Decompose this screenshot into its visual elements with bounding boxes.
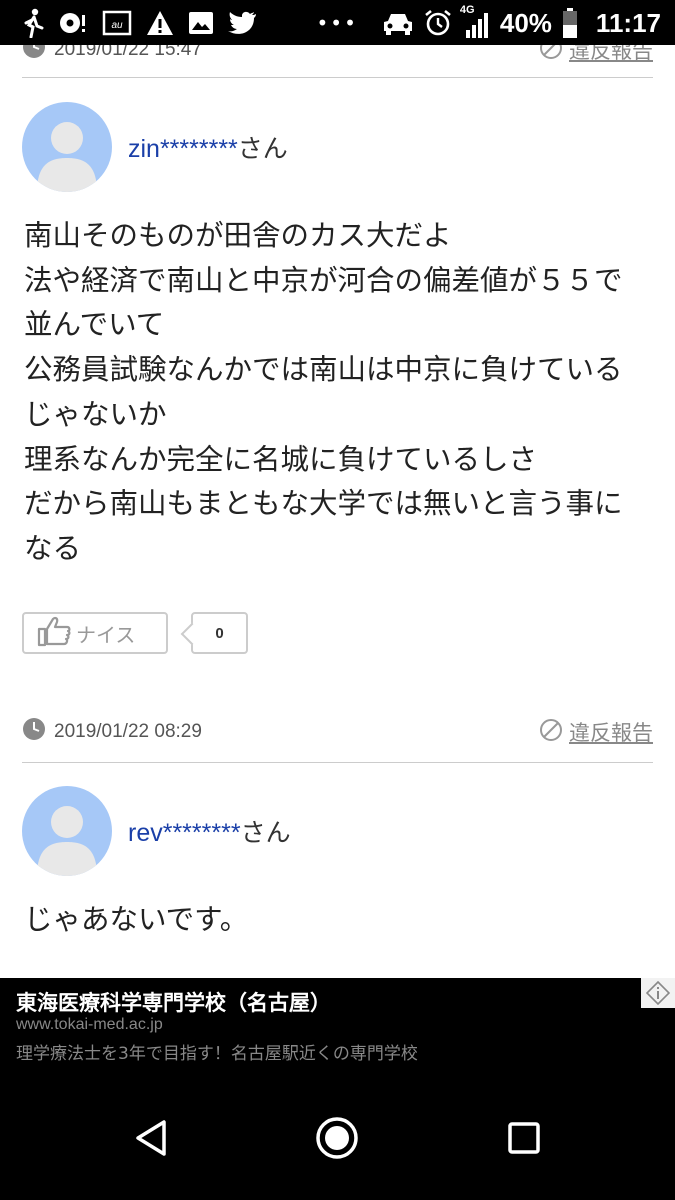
comment-line: 法や経済で南山と中京が河合の偏差値が５５で: [24, 263, 623, 297]
ad-info-button[interactable]: [641, 978, 675, 1008]
divider: [22, 77, 653, 78]
svg-text:au: au: [111, 20, 123, 31]
comment-line: 並んでいて: [24, 308, 165, 342]
thumbs-up-icon: [36, 615, 72, 652]
honorific: さん: [237, 134, 288, 163]
home-button[interactable]: [307, 1108, 367, 1168]
comment-line: 公務員試験なんかでは南山は中京に負けている: [24, 353, 623, 387]
battery-percent: 40%: [499, 7, 552, 38]
nice-count-value: 0: [215, 624, 224, 642]
comment-body: じゃあないです。: [24, 898, 664, 943]
alarm-icon: [424, 9, 452, 37]
status-notifications: au: [22, 6, 258, 40]
comment-timestamp: 2019/01/22 08:29: [54, 721, 202, 742]
nice-label: ナイス: [76, 622, 136, 647]
divider: [22, 762, 653, 763]
username-text: zin********: [128, 135, 238, 163]
report-link[interactable]: 違反報告: [539, 717, 653, 747]
warning-icon: [146, 10, 174, 36]
prohibited-icon: [539, 45, 563, 65]
image-icon: [188, 11, 214, 35]
status-system: ••• 4G 40% 11:17: [316, 4, 661, 40]
battery-icon: [562, 8, 578, 38]
username-text: rev********: [128, 819, 241, 847]
home-circle-icon: [316, 1117, 358, 1159]
car-icon: [382, 11, 414, 35]
twitter-icon: [228, 10, 258, 36]
clock: 11:17: [595, 7, 661, 38]
nice-button[interactable]: ナイス: [22, 612, 168, 654]
user-silhouette-icon: [37, 806, 97, 876]
voicemail-icon: [58, 10, 88, 36]
recents-square-icon: [508, 1122, 540, 1154]
clock-icon: [22, 717, 46, 747]
back-button[interactable]: [121, 1108, 181, 1168]
walking-icon: [22, 8, 44, 38]
ad-description: 理学療法士を3年で目指す！名古屋駅近くの専門学校: [16, 1044, 418, 1064]
avatar: [22, 102, 112, 192]
username[interactable]: zin********さん: [128, 129, 288, 165]
ad-banner[interactable]: 東海医療科学専門学校（名古屋） www.tokai-med.ac.jp 理学療法…: [0, 978, 675, 1076]
comment-timestamp: 2019/01/22 15:47: [54, 45, 202, 60]
comment-meta: 2019/01/22 08:29 違反報告: [22, 715, 653, 749]
ad-title[interactable]: 東海医療科学専門学校（名古屋）: [16, 987, 331, 1017]
comment-line: 南山そのものが田舎のカス大だよ: [24, 219, 452, 252]
report-label: 違反報告: [569, 721, 653, 745]
honorific: さん: [240, 818, 291, 847]
network-type: 4G: [459, 4, 475, 16]
nice-count: 0: [191, 612, 248, 654]
prohibited-icon: [539, 718, 563, 747]
au-icon: au: [102, 10, 132, 36]
comment-meta: 2019/01/22 15:47 違反報告: [22, 45, 653, 67]
avatar: [22, 786, 112, 876]
status-bar: au ••• 4G 40% 11:17: [0, 0, 675, 45]
ad-url[interactable]: www.tokai-med.ac.jp: [16, 1016, 163, 1034]
recents-button[interactable]: [494, 1108, 554, 1168]
answers-content[interactable]: 2019/01/22 15:47 違反報告 zin********さん 南山その…: [0, 45, 675, 978]
username[interactable]: rev********さん: [128, 813, 291, 849]
comment-line: 理系なんか完全に名城に負けているしさ: [24, 442, 538, 476]
clock-icon: [22, 45, 46, 65]
comment-line: だから南山もまともな大学では無いと言う事に: [24, 487, 623, 521]
user-silhouette-icon: [37, 122, 97, 192]
more-icon: •••: [316, 11, 358, 35]
report-link[interactable]: 違反報告: [539, 45, 653, 65]
info-icon: [646, 981, 670, 1005]
signal-icon: 4G: [460, 4, 490, 38]
report-label: 違反報告: [569, 45, 653, 63]
comment-line: じゃないか: [24, 397, 167, 431]
comment-line: なる: [24, 531, 82, 565]
comment-line: じゃあないです。: [24, 903, 249, 936]
back-triangle-icon: [136, 1120, 166, 1156]
comment-body: 南山そのものが田舎のカス大だよ 法や経済で南山と中京が河合の偏差値が５５で 並ん…: [24, 214, 664, 572]
navigation-bar: [0, 1076, 675, 1200]
